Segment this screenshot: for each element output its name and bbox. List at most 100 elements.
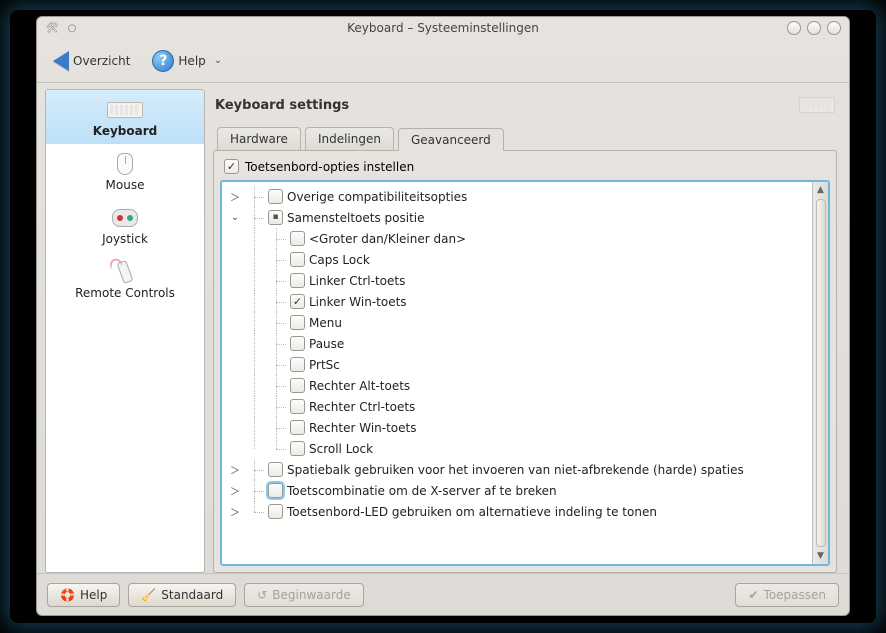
defaults-button[interactable]: 🧹 Standaard	[128, 583, 236, 607]
help-icon: 🛟	[60, 588, 75, 602]
tree-node[interactable]: ＞ Toetscombinatie om de X-server af te b…	[228, 480, 806, 501]
overview-button[interactable]: Overzicht	[47, 47, 136, 75]
tree-node[interactable]: Linker Ctrl-toets	[228, 270, 806, 291]
tab-hardware[interactable]: Hardware	[217, 127, 301, 150]
tree-node[interactable]: Scroll Lock	[228, 438, 806, 459]
sidebar-item-label: Keyboard	[93, 124, 158, 138]
window: 🛠 ○ Keyboard – Systeeminstellingen Overz…	[36, 16, 850, 616]
maximize-button[interactable]	[807, 21, 821, 35]
option-checkbox[interactable]	[290, 315, 305, 330]
option-checkbox[interactable]	[268, 462, 283, 477]
sidebar-item-remote[interactable]: Remote Controls	[46, 252, 204, 306]
option-checkbox[interactable]	[290, 336, 305, 351]
help-label: Help	[178, 54, 205, 68]
titlebar[interactable]: 🛠 ○ Keyboard – Systeeminstellingen	[37, 17, 849, 39]
tree-label: Pause	[309, 337, 344, 351]
tree-label: Rechter Ctrl-toets	[309, 400, 415, 414]
button-label: Toepassen	[764, 588, 826, 602]
chevron-down-icon: ⌄	[214, 55, 222, 66]
tab-content-advanced: Toetsenbord-opties instellen ＞ Overige c…	[213, 150, 837, 573]
app-icon: 🛠	[45, 21, 59, 35]
pin-icon[interactable]: ○	[65, 21, 79, 35]
tree-label: <Groter dan/Kleiner dan>	[309, 232, 466, 246]
page-title: Keyboard settings	[215, 98, 349, 113]
tree-node[interactable]: ＞ Overige compatibiliteitsopties	[228, 186, 806, 207]
tree-node[interactable]: Menu	[228, 312, 806, 333]
enable-options-checkbox[interactable]	[224, 159, 239, 174]
tab-layouts[interactable]: Indelingen	[305, 127, 394, 150]
expand-icon[interactable]: ＞	[228, 189, 242, 204]
help-icon: ?	[152, 50, 174, 72]
collapse-icon[interactable]: ⌄	[228, 212, 242, 223]
expand-icon[interactable]: ＞	[228, 504, 242, 519]
sidebar-item-label: Joystick	[102, 232, 148, 246]
scroll-down-icon[interactable]: ▼	[815, 550, 827, 562]
option-checkbox[interactable]	[290, 420, 305, 435]
tree-node[interactable]: PrtSc	[228, 354, 806, 375]
option-checkbox[interactable]	[268, 504, 283, 519]
option-checkbox[interactable]	[290, 441, 305, 456]
tree-label: Rechter Win-toets	[309, 421, 416, 435]
option-checkbox[interactable]	[290, 399, 305, 414]
expand-icon[interactable]: ＞	[228, 483, 242, 498]
apply-button: ✔ Toepassen	[735, 583, 839, 607]
sidebar: Keyboard Mouse Joystick Remote Controls	[45, 89, 205, 573]
scrollbar[interactable]: ▲ ▼	[812, 182, 828, 564]
tree-node[interactable]: Rechter Alt-toets	[228, 375, 806, 396]
help-button[interactable]: 🛟 Help	[47, 583, 120, 607]
tab-advanced[interactable]: Geavanceerd	[398, 128, 504, 151]
tree-node[interactable]: ⌄ Samensteltoets positie	[228, 207, 806, 228]
check-icon: ✔	[748, 588, 758, 602]
mouse-icon	[117, 153, 133, 175]
options-tree[interactable]: ＞ Overige compatibiliteitsopties ⌄ Samen…	[222, 182, 812, 564]
option-checkbox[interactable]	[268, 189, 283, 204]
option-checkbox[interactable]	[290, 231, 305, 246]
tree-label: Scroll Lock	[309, 442, 373, 456]
option-checkbox[interactable]	[290, 252, 305, 267]
button-label: Help	[80, 588, 107, 602]
tree-label: Toetsenbord-LED gebruiken om alternatiev…	[287, 505, 657, 519]
remote-icon	[117, 260, 134, 284]
overview-label: Overzicht	[73, 54, 130, 68]
tree-label: PrtSc	[309, 358, 340, 372]
undo-icon: ↺	[257, 588, 267, 602]
tree-node[interactable]: Caps Lock	[228, 249, 806, 270]
sidebar-item-label: Mouse	[106, 178, 145, 192]
option-checkbox[interactable]	[290, 273, 305, 288]
sidebar-item-keyboard[interactable]: Keyboard	[46, 90, 204, 144]
tree-label: Rechter Alt-toets	[309, 379, 410, 393]
close-button[interactable]	[827, 21, 841, 35]
option-checkbox[interactable]	[290, 378, 305, 393]
joystick-icon	[112, 209, 138, 227]
option-checkbox[interactable]	[290, 357, 305, 372]
scroll-up-icon[interactable]: ▲	[815, 184, 827, 196]
keyboard-icon	[799, 97, 835, 113]
sidebar-item-joystick[interactable]: Joystick	[46, 198, 204, 252]
revert-button: ↺ Beginwaarde	[244, 583, 363, 607]
option-checkbox[interactable]	[268, 483, 283, 498]
sidebar-item-mouse[interactable]: Mouse	[46, 144, 204, 198]
tree-node[interactable]: Linker Win-toets	[228, 291, 806, 312]
tree-node[interactable]: Pause	[228, 333, 806, 354]
tree-node[interactable]: ＞ Toetsenbord-LED gebruiken om alternati…	[228, 501, 806, 522]
tab-bar: Hardware Indelingen Geavanceerd	[213, 127, 837, 150]
tree-node[interactable]: Rechter Win-toets	[228, 417, 806, 438]
expand-icon[interactable]: ＞	[228, 462, 242, 477]
option-checkbox[interactable]	[290, 294, 305, 309]
back-arrow-icon	[53, 51, 69, 71]
tree-label: Samensteltoets positie	[287, 211, 425, 225]
help-button[interactable]: ? Help ⌄	[146, 46, 228, 76]
tree-node[interactable]: Rechter Ctrl-toets	[228, 396, 806, 417]
reset-icon: 🧹	[141, 588, 156, 602]
minimize-button[interactable]	[787, 21, 801, 35]
keyboard-icon	[107, 102, 143, 118]
button-label: Standaard	[161, 588, 223, 602]
scroll-thumb[interactable]	[816, 199, 826, 547]
tree-label: Spatiebalk gebruiken voor het invoeren v…	[287, 463, 744, 477]
tree-node[interactable]: <Groter dan/Kleiner dan>	[228, 228, 806, 249]
tree-node[interactable]: ＞ Spatiebalk gebruiken voor het invoeren…	[228, 459, 806, 480]
option-checkbox[interactable]	[268, 210, 283, 225]
tree-label: Overige compatibiliteitsopties	[287, 190, 467, 204]
toolbar: Overzicht ? Help ⌄	[37, 39, 849, 83]
tree-label: Toetscombinatie om de X-server af te bre…	[287, 484, 557, 498]
